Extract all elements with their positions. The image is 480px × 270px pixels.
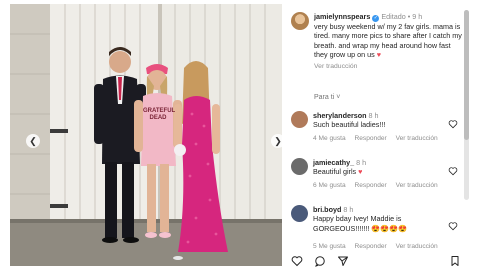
post-time: 9 h — [412, 12, 423, 21]
chevron-left-icon[interactable]: ❮ — [26, 134, 40, 148]
comment-time: 8 h — [343, 205, 354, 214]
comment-username[interactable]: bri.boyd — [313, 205, 341, 214]
avatar[interactable] — [291, 12, 309, 30]
comment-likes[interactable]: 4 Me gusta — [313, 135, 346, 142]
comment-text: Beautiful girls — [313, 167, 357, 177]
post-username[interactable]: jamielynnspears — [314, 12, 370, 21]
post-photo[interactable]: GRATEFUL DEAD ❮ ❯ — [10, 4, 282, 266]
comment-likes[interactable]: 6 Me gusta — [313, 182, 346, 189]
comment-icon[interactable] — [314, 255, 326, 267]
comment-text-block: sherylanderson 8 h Such beautiful ladies… — [313, 111, 445, 130]
comment-meta: 4 Me gusta Responder Ver traducción — [313, 135, 445, 142]
verified-badge-icon: ✓ — [372, 15, 380, 22]
avatar[interactable] — [291, 111, 308, 128]
translate-link[interactable]: Ver traducción — [396, 182, 438, 189]
shirt-text: GRATEFUL DEAD — [143, 108, 176, 121]
translate-link[interactable]: Ver traducción — [396, 243, 438, 250]
comment-text-block: jamiecathy_ 8 h Beautiful girls ♥ — [313, 158, 445, 177]
scrollbar-thumb[interactable] — [464, 10, 469, 140]
comment-username[interactable]: jamiecathy_ — [313, 158, 354, 167]
share-icon[interactable] — [337, 255, 349, 267]
caption: very busy weekend w/ my 2 fav girls. mam… — [314, 22, 462, 60]
for-you-label[interactable]: Para ti ˅ — [314, 94, 340, 101]
heart-icon[interactable] — [291, 255, 303, 267]
caption-text-block: jamielynnspears ✓ Editado • 9 h very bus… — [314, 12, 463, 71]
comment-time: 8 h — [356, 158, 367, 167]
caption-emoji: ♥ — [376, 50, 382, 60]
comments-panel: jamielynnspears ✓ Editado • 9 h very bus… — [285, 4, 463, 266]
for-you-label-text: Para ti — [314, 94, 335, 101]
comment-meta: 5 Me gusta Responder Ver traducción — [313, 243, 445, 250]
reply-button[interactable]: Responder — [354, 135, 386, 142]
see-translation-link[interactable]: Ver traducción — [314, 62, 463, 71]
edited-label: Editado — [381, 12, 406, 21]
reply-button[interactable]: Responder — [354, 182, 386, 189]
chevron-right-icon[interactable]: ❯ — [271, 134, 282, 148]
comment-text-block: bri.boyd 8 h Happy bday Ivey! Maddie is … — [313, 205, 445, 233]
comment-likes[interactable]: 5 Me gusta — [313, 243, 346, 250]
bookmark-icon[interactable] — [449, 255, 461, 267]
heart-icon[interactable] — [448, 221, 458, 231]
heart-icon[interactable] — [448, 119, 458, 129]
action-bar — [291, 255, 463, 268]
avatar[interactable] — [291, 158, 308, 175]
comment-emoji: 😍😍😍😍 — [371, 223, 408, 233]
comment-emoji: ♥ — [358, 167, 363, 177]
chevron-down-icon: ˅ — [336, 94, 341, 101]
comment-time: 8 h — [368, 111, 379, 120]
reply-button[interactable]: Responder — [354, 243, 386, 250]
comment-username[interactable]: sherylanderson — [313, 111, 367, 120]
avatar[interactable] — [291, 205, 308, 222]
separator: • — [407, 12, 411, 21]
heart-icon[interactable] — [448, 166, 458, 176]
comment-meta: 6 Me gusta Responder Ver traducción — [313, 182, 445, 189]
photo-illustration — [10, 4, 282, 266]
comment-text: Such beautiful ladies!!! — [313, 120, 386, 130]
translate-link[interactable]: Ver traducción — [396, 135, 438, 142]
